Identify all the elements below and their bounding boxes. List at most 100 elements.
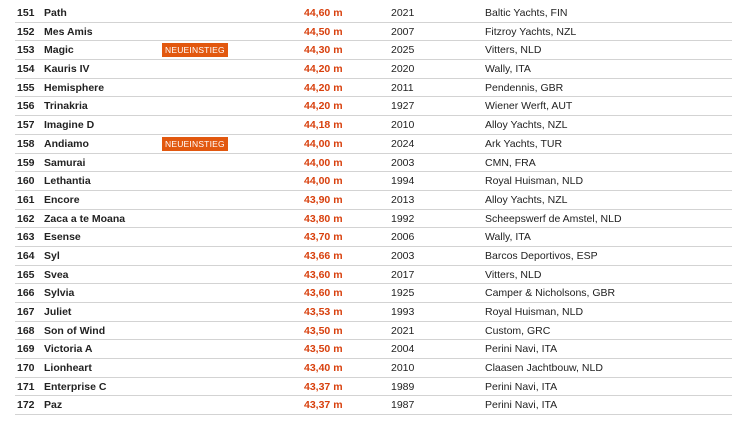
yacht-name-cell: Enterprise C <box>44 380 107 393</box>
new-entry-badge: NEUEINSTIEG <box>162 136 228 151</box>
rank-cell: 151 <box>17 7 35 19</box>
yacht-name-cell: Paz <box>44 399 63 412</box>
length-cell: 43,37 m <box>304 380 343 393</box>
rank-cell: 168 <box>17 324 35 337</box>
table-row: 170 Lionheart 43,40 m 2010 Claasen Jachtbouw… <box>15 359 732 378</box>
yacht-name-cell: Magic <box>44 44 74 57</box>
length-cell: 44,00 m <box>304 175 343 188</box>
year-cell: 1987 <box>391 399 415 412</box>
rank-cell: 163 <box>17 231 35 244</box>
rank-cell: 154 <box>17 63 35 76</box>
year-cell: 2010 <box>391 119 415 132</box>
length-cell: 43,70 m <box>304 231 343 244</box>
table-row: 156 Trinakria 44,20 m 1927 Wiener Werft, AUT <box>15 97 732 117</box>
table-row: 158 Andiamo 44,00 m 2024 Ark Yachts, TUR NEUE… <box>15 135 732 154</box>
table-row: 169 Victoria A 43,50 m 2004 Perini Navi, ITA <box>15 340 732 360</box>
length-cell: 44,00 m <box>304 137 343 150</box>
rank-cell: 161 <box>17 193 35 206</box>
year-cell: 2021 <box>391 324 415 337</box>
yacht-name-cell: Samurai <box>44 156 86 169</box>
table-row: 163 Esense 43,70 m 2006 Wally, ITA <box>15 228 732 247</box>
rank-cell: 169 <box>17 343 35 356</box>
yacht-name-cell: Encore <box>44 193 80 206</box>
year-cell: 1992 <box>391 212 415 225</box>
year-cell: 2020 <box>391 63 415 76</box>
rank-cell: 170 <box>17 362 35 375</box>
shipyard-cell: Fitzroy Yachts, NZL <box>485 25 577 38</box>
year-cell: 2003 <box>391 156 415 169</box>
length-cell: 44,18 m <box>304 119 343 132</box>
table-row: 167 Juliet 43,53 m 1993 Royal Huisman, NLD <box>15 303 732 322</box>
table-row: 171 Enterprise C 43,37 m 1989 Perini Navi, I… <box>15 378 732 397</box>
rank-cell: 172 <box>17 399 35 412</box>
table-row: 152 Mes Amis 44,50 m 2007 Fitzroy Yachts, NZ… <box>15 23 732 42</box>
yacht-name-cell: Imagine D <box>44 119 95 132</box>
rank-cell: 159 <box>17 156 35 169</box>
table-row: 165 Svea 43,60 m 2017 Vitters, NLD <box>15 266 732 285</box>
rank-cell: 156 <box>17 100 35 113</box>
length-cell: 43,60 m <box>304 287 343 300</box>
yacht-name-cell: Syl <box>44 249 60 262</box>
shipyard-cell: Wiener Werft, AUT <box>485 100 573 113</box>
shipyard-cell: Barcos Deportivos, ESP <box>485 249 598 262</box>
table-row: 151 Path 44,60 m 2021 Baltic Yachts, FIN <box>15 4 732 23</box>
yacht-name-cell: Zaca a te Moana <box>44 212 126 225</box>
length-cell: 44,50 m <box>304 25 343 38</box>
shipyard-cell: Baltic Yachts, FIN <box>485 7 568 19</box>
yacht-name-cell: Svea <box>44 268 69 281</box>
yacht-name-cell: Kauris IV <box>44 63 90 76</box>
shipyard-cell: Claasen Jachtbouw, NLD <box>485 362 603 375</box>
table-row: 161 Encore 43,90 m 2013 Alloy Yachts, NZL <box>15 191 732 210</box>
shipyard-cell: Scheepswerf de Amstel, NLD <box>485 212 622 225</box>
table-row: 164 Syl 43,66 m 2003 Barcos Deportivos, ESP <box>15 247 732 266</box>
rank-cell: 157 <box>17 119 35 132</box>
length-cell: 43,37 m <box>304 399 343 412</box>
table-row: 159 Samurai 44,00 m 2003 CMN, FRA <box>15 154 732 173</box>
yacht-name-cell: Esense <box>44 231 81 244</box>
yacht-name-cell: Andiamo <box>44 137 89 150</box>
shipyard-cell: Wally, ITA <box>485 231 531 244</box>
year-cell: 2007 <box>391 25 415 38</box>
rank-cell: 155 <box>17 81 35 94</box>
year-cell: 2013 <box>391 193 415 206</box>
length-cell: 43,90 m <box>304 193 343 206</box>
table-row: 162 Zaca a te Moana 43,80 m 1992 Scheepswerf… <box>15 210 732 229</box>
shipyard-cell: Custom, GRC <box>485 324 551 337</box>
rank-cell: 158 <box>17 137 35 150</box>
year-cell: 2010 <box>391 362 415 375</box>
length-cell: 43,53 m <box>304 306 343 318</box>
table-row: 166 Sylvia 43,60 m 1925 Camper & Nicholsons,… <box>15 284 732 303</box>
shipyard-cell: Ark Yachts, TUR <box>485 137 563 150</box>
table-row: 153 Magic 44,30 m 2025 Vitters, NLD NEUEINSTI… <box>15 41 732 61</box>
table-row: 172 Paz 43,37 m 1987 Perini Navi, ITA <box>15 396 732 416</box>
length-cell: 44,20 m <box>304 81 343 94</box>
length-cell: 43,40 m <box>304 362 343 375</box>
rank-cell: 167 <box>17 306 35 318</box>
year-cell: 1994 <box>391 175 415 188</box>
shipyard-cell: CMN, FRA <box>485 156 536 169</box>
yacht-name-cell: Lethantia <box>44 175 91 188</box>
length-cell: 43,50 m <box>304 343 343 356</box>
shipyard-cell: Perini Navi, ITA <box>485 343 558 356</box>
rank-cell: 165 <box>17 268 35 281</box>
year-cell: 2006 <box>391 231 415 244</box>
length-cell: 43,80 m <box>304 212 343 225</box>
yacht-name-cell: Sylvia <box>44 287 75 300</box>
yacht-name-cell: Juliet <box>44 306 72 318</box>
year-cell: 2024 <box>391 137 415 150</box>
length-cell: 43,60 m <box>304 268 343 281</box>
year-cell: 1989 <box>391 380 415 393</box>
shipyard-cell: Royal Huisman, NLD <box>485 306 584 318</box>
shipyard-cell: Vitters, NLD <box>485 268 542 281</box>
shipyard-cell: Camper & Nicholsons, GBR <box>485 287 616 300</box>
length-cell: 44,20 m <box>304 100 343 113</box>
length-cell: 44,30 m <box>304 44 343 57</box>
table-row: 157 Imagine D 44,18 m 2010 Alloy Yachts, NZL <box>15 116 732 135</box>
table-row: 168 Son of Wind 43,50 m 2021 Custom, GRC <box>15 322 732 341</box>
new-entry-badge: NEUEINSTIEG <box>162 43 228 58</box>
year-cell: 1927 <box>391 100 415 113</box>
shipyard-cell: Pendennis, GBR <box>485 81 564 94</box>
length-cell: 43,66 m <box>304 249 343 262</box>
table-row: 154 Kauris IV 44,20 m 2020 Wally, ITA <box>15 60 732 79</box>
shipyard-cell: Alloy Yachts, NZL <box>485 193 568 206</box>
